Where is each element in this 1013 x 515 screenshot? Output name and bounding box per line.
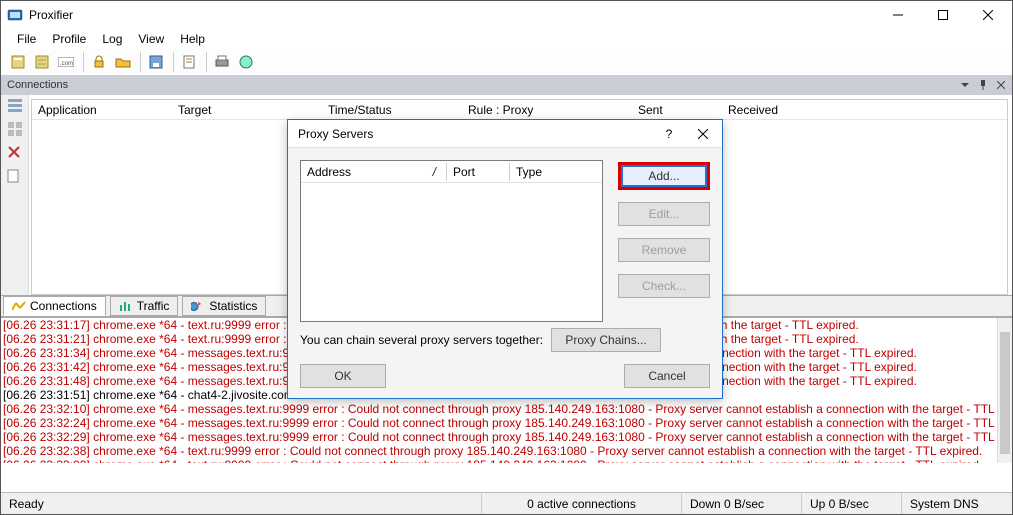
chain-label: You can chain several proxy servers toge… xyxy=(300,333,543,347)
help-icon: ? xyxy=(666,127,673,141)
dialog-title-bar[interactable]: Proxy Servers ? xyxy=(288,120,722,148)
log-line[interactable]: [06.26 23:32:29] chrome.exe *64 - messag… xyxy=(3,430,1012,444)
app-title: Proxifier xyxy=(29,8,73,22)
toolbar-lock-icon[interactable] xyxy=(88,51,110,73)
status-active-connections: 0 active connections xyxy=(482,493,682,514)
tab-connections[interactable]: Connections xyxy=(3,296,106,316)
tab-statistics-label: Statistics xyxy=(209,299,257,313)
gutter-grid-icon[interactable] xyxy=(7,121,23,137)
col-address[interactable]: Address / xyxy=(301,163,446,181)
log-line[interactable]: [06.26 23:32:24] chrome.exe *64 - messag… xyxy=(3,416,1012,430)
panel-close-icon[interactable] xyxy=(994,78,1008,92)
menu-log[interactable]: Log xyxy=(94,30,130,48)
col-type[interactable]: Type xyxy=(510,163,602,181)
connections-list-header: Application Target Time/Status Rule : Pr… xyxy=(32,100,1007,120)
edit-button[interactable]: Edit... xyxy=(618,202,710,226)
window-maximize-button[interactable] xyxy=(920,1,965,29)
toolbar: .com xyxy=(1,49,1012,75)
col-received[interactable]: Received xyxy=(722,101,1007,119)
title-bar: Proxifier xyxy=(1,1,1012,29)
remove-button[interactable]: Remove xyxy=(618,238,710,262)
tab-traffic-label: Traffic xyxy=(137,299,170,313)
toolbar-sep xyxy=(173,52,174,72)
add-button[interactable]: Add... xyxy=(618,162,710,190)
menu-profile[interactable]: Profile xyxy=(44,30,94,48)
proxy-list[interactable]: Address / Port Type xyxy=(300,160,603,322)
toolbar-rules-icon[interactable] xyxy=(31,51,53,73)
connections-panel-title: Connections xyxy=(7,79,68,91)
toolbar-globe-icon[interactable] xyxy=(235,51,257,73)
proxy-list-header: Address / Port Type xyxy=(301,161,602,183)
status-dns: System DNS xyxy=(902,493,1012,514)
connections-panel-header: Connections xyxy=(1,75,1012,95)
col-sent[interactable]: Sent xyxy=(632,101,722,119)
col-target[interactable]: Target xyxy=(172,101,322,119)
window-minimize-button[interactable] xyxy=(875,1,920,29)
toolbar-folder-icon[interactable] xyxy=(112,51,134,73)
gutter-delete-icon[interactable] xyxy=(7,145,23,161)
toolbar-save-icon[interactable] xyxy=(145,51,167,73)
toolbar-sep xyxy=(206,52,207,72)
toolbar-sep xyxy=(140,52,141,72)
tab-traffic[interactable]: Traffic xyxy=(110,296,179,316)
menu-help[interactable]: Help xyxy=(172,30,213,48)
menu-file[interactable]: File xyxy=(9,30,44,48)
dialog-help-button[interactable]: ? xyxy=(652,121,686,147)
window-close-button[interactable] xyxy=(965,1,1010,29)
svg-text:.com: .com xyxy=(60,61,73,67)
log-scrollbar-vertical[interactable] xyxy=(997,318,1012,463)
status-up: Up 0 B/sec xyxy=(802,493,902,514)
menu-bar: File Profile Log View Help xyxy=(1,29,1012,49)
tab-connections-icon xyxy=(12,301,26,311)
log-line[interactable]: [06.26 23:32:38] chrome.exe *64 - text.r… xyxy=(3,444,1012,458)
dialog-title: Proxy Servers xyxy=(298,127,373,141)
sort-indicator-icon: / xyxy=(433,165,436,179)
col-application[interactable]: Application xyxy=(32,101,172,119)
status-ready: Ready xyxy=(1,493,482,514)
col-rule-proxy[interactable]: Rule : Proxy xyxy=(462,101,632,119)
toolbar-servers-icon[interactable] xyxy=(7,51,29,73)
col-address-label: Address xyxy=(307,165,351,179)
left-gutter xyxy=(1,95,29,295)
tab-statistics[interactable]: Statistics xyxy=(182,296,266,316)
gutter-doc-icon[interactable] xyxy=(7,169,23,185)
scrollbar-thumb[interactable] xyxy=(1000,332,1010,454)
tab-traffic-icon xyxy=(119,301,133,311)
proxy-chains-button[interactable]: Proxy Chains... xyxy=(551,328,661,352)
ok-button[interactable]: OK xyxy=(300,364,386,388)
cancel-button[interactable]: Cancel xyxy=(624,364,710,388)
col-port[interactable]: Port xyxy=(447,163,509,181)
log-line[interactable]: [06.26 23:32:10] chrome.exe *64 - messag… xyxy=(3,402,1012,416)
toolbar-doc-icon[interactable] xyxy=(178,51,200,73)
panel-pin-icon[interactable] xyxy=(976,78,990,92)
dialog-ok-cancel-row: OK Cancel xyxy=(300,364,710,388)
toolbar-sep xyxy=(83,52,84,72)
log-line[interactable]: [06.26 23:33:00] chrome.exe *64 - text.r… xyxy=(3,458,1012,463)
tab-statistics-icon xyxy=(191,301,205,311)
col-time-status[interactable]: Time/Status xyxy=(322,101,462,119)
panel-dropdown-icon[interactable] xyxy=(958,78,972,92)
tab-connections-label: Connections xyxy=(30,299,97,313)
dialog-button-column: Add... Edit... Remove Check... xyxy=(618,162,710,298)
proxy-servers-dialog: Proxy Servers ? Address / Port Type Add.… xyxy=(287,119,723,399)
status-down: Down 0 B/sec xyxy=(682,493,802,514)
dialog-close-button[interactable] xyxy=(686,121,720,147)
toolbar-print-icon[interactable] xyxy=(211,51,233,73)
chain-row: You can chain several proxy servers toge… xyxy=(300,328,710,352)
check-button[interactable]: Check... xyxy=(618,274,710,298)
toolbar-com-icon[interactable]: .com xyxy=(55,51,77,73)
gutter-list-icon[interactable] xyxy=(7,97,23,113)
app-icon xyxy=(7,7,23,23)
menu-view[interactable]: View xyxy=(130,30,172,48)
status-bar: Ready 0 active connections Down 0 B/sec … xyxy=(1,492,1012,514)
